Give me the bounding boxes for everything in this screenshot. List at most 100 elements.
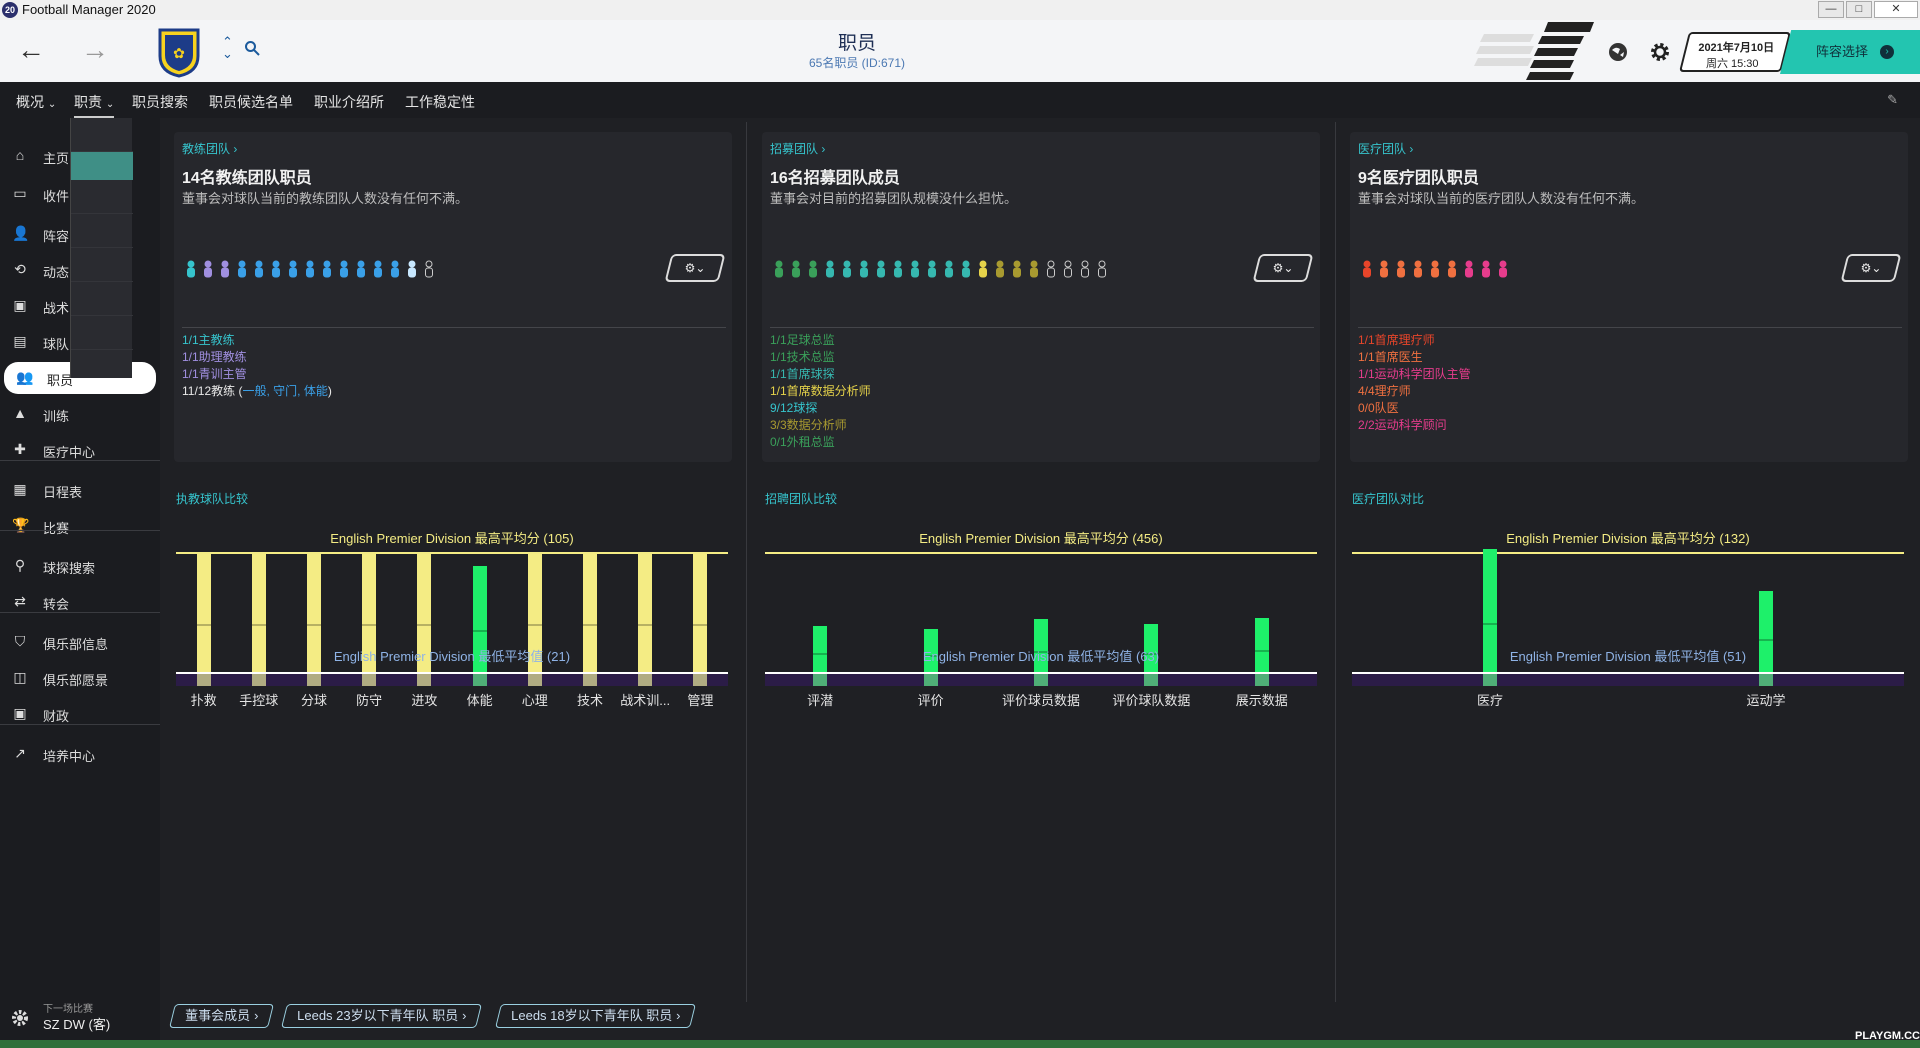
staff-person-icon xyxy=(1380,260,1388,278)
bar-segment-mark xyxy=(527,624,542,626)
dropdown-item[interactable] xyxy=(71,350,133,384)
role-row[interactable]: 1/1助理教练 xyxy=(182,349,332,366)
staff-person-icon xyxy=(1482,260,1490,278)
tab-staff-search[interactable]: 职员搜索 xyxy=(132,92,188,112)
group-link-label: 医疗团队 xyxy=(1358,142,1407,156)
sidebar-item-label: 球探搜索 xyxy=(43,561,96,576)
chart-bar[interactable] xyxy=(693,552,708,686)
bar-segment-mark xyxy=(638,624,653,626)
role-row[interactable]: 11/12教练 (一般, 守门, 体能) xyxy=(182,383,332,400)
sidebar-item-calendar[interactable]: ▦ 日程表 xyxy=(0,474,160,506)
app-icon: 20 xyxy=(2,2,18,18)
responsibilities-dropdown-menu[interactable] xyxy=(70,118,133,378)
staff-group-card: 医疗团队 › 9名医疗团队职员 董事会对球队当前的医疗团队人数没有任何不满。 ⚙⌄ 1/… xyxy=(1350,132,1908,462)
window-title: Football Manager 2020 xyxy=(22,2,156,17)
lineup-selection-button[interactable]: 阵容选择 › xyxy=(1780,30,1920,74)
role-row[interactable]: 1/1技术总监 xyxy=(770,349,871,366)
chart-bar[interactable] xyxy=(251,552,266,686)
role-row[interactable]: 1/1主教练 xyxy=(182,332,332,349)
staff-person-icon xyxy=(1431,260,1439,278)
chart-bar[interactable] xyxy=(527,552,542,686)
filter-dropdown-button[interactable]: ⚙⌄ xyxy=(1252,254,1314,282)
sidebar-item-trophy[interactable]: 🏆 比赛 xyxy=(0,510,160,542)
chart-bar[interactable] xyxy=(638,552,653,686)
group-link[interactable]: 医疗团队 › xyxy=(1358,140,1413,157)
role-row[interactable]: 3/3数据分析师 xyxy=(770,417,871,434)
tab-staff-shortlist[interactable]: 职员候选名单 xyxy=(209,92,293,112)
settings-gear-icon[interactable] xyxy=(1648,40,1672,64)
chart-bar[interactable] xyxy=(417,552,432,686)
role-row[interactable]: 1/1足球总监 xyxy=(770,332,871,349)
role-specialities[interactable]: 一般, 守门, 体能 xyxy=(242,384,327,398)
chart-bar[interactable] xyxy=(196,552,211,686)
sidebar-item-training[interactable]: ▲ 训练 xyxy=(0,398,160,430)
chart-bar[interactable] xyxy=(472,566,487,686)
role-row[interactable]: 4/4理疗师 xyxy=(1358,383,1471,400)
u18-staff-button[interactable]: Leeds 18岁以下青年队 职员 › xyxy=(495,1004,697,1028)
shield-icon: ⛉ xyxy=(14,633,26,649)
sidebar-item-scouting[interactable]: ⚲ 球探搜索 xyxy=(0,550,160,582)
min-average-label: English Premier Division 最低平均值 (63) xyxy=(922,649,1160,664)
filter-dropdown-button[interactable]: ⚙⌄ xyxy=(1840,254,1902,282)
tab-job-security[interactable]: 工作稳定性 xyxy=(405,92,475,112)
staff-person-icon xyxy=(843,260,851,278)
role-row[interactable]: 0/1外租总监 xyxy=(770,434,871,451)
maximize-button[interactable]: □ xyxy=(1846,1,1872,18)
staff-person-icon xyxy=(911,260,919,278)
dropdown-item-selected[interactable] xyxy=(71,152,133,180)
staff-person-icon xyxy=(860,260,868,278)
dropdown-item[interactable] xyxy=(71,118,133,152)
page-subtitle: 65名职员 (ID:671) xyxy=(808,56,906,70)
role-row[interactable]: 9/12球探 xyxy=(770,400,871,417)
staff-person-icon xyxy=(238,260,246,278)
dropdown-item[interactable] xyxy=(71,180,133,214)
chart-bar[interactable] xyxy=(307,552,321,686)
role-row[interactable]: 1/1首席球探 xyxy=(770,366,871,383)
u23-staff-button[interactable]: Leeds 23岁以下青年队 职员 › xyxy=(281,1004,483,1028)
globe-icon[interactable] xyxy=(1606,40,1630,64)
group-link[interactable]: 教练团队 › xyxy=(182,140,237,157)
group-title: 14名教练团队职员 xyxy=(182,170,312,187)
dropdown-item[interactable] xyxy=(71,248,133,282)
chevron-right-icon: › xyxy=(461,1008,467,1023)
minimize-button[interactable]: — xyxy=(1818,1,1844,18)
role-row[interactable]: 1/1首席理疗师 xyxy=(1358,332,1471,349)
edit-pencil-icon[interactable]: ✎ xyxy=(1887,92,1898,108)
role-row[interactable]: 1/1首席数据分析师 xyxy=(770,383,871,400)
sidebar-item-development[interactable]: ↗ 培养中心 xyxy=(0,738,160,770)
close-button[interactable]: ✕ xyxy=(1874,1,1918,18)
tab-overview[interactable]: 概况 ⌄ xyxy=(16,92,56,112)
role-row[interactable]: 1/1运动科学团队主管 xyxy=(1358,366,1471,383)
chart-bar[interactable] xyxy=(1483,549,1497,686)
tactics-icon: ▣ xyxy=(13,297,27,313)
role-row[interactable]: 0/0队医 xyxy=(1358,400,1471,417)
squad-icon: 👤 xyxy=(12,225,30,241)
sidebar-item-transfer[interactable]: ⇄ 转会 xyxy=(0,586,160,618)
comparison-bar-chart: English Premier Division 最高平均分 (456) 评潜 评价… xyxy=(765,520,1325,720)
sidebar-item-shield[interactable]: ⛉ 俱乐部信息 xyxy=(0,626,160,658)
date-display[interactable]: 2021年7月10日 周六 15:30 xyxy=(1679,32,1791,72)
chart-bar[interactable] xyxy=(362,552,377,686)
bar-base xyxy=(1759,673,1773,686)
sidebar-item-finance[interactable]: ▣ 财政 xyxy=(0,698,160,730)
role-row[interactable]: 2/2运动科学顾问 xyxy=(1358,417,1471,434)
dropdown-item[interactable] xyxy=(71,282,133,316)
chart-bar[interactable] xyxy=(583,552,597,686)
sidebar-item-vision[interactable]: ◫ 俱乐部愿景 xyxy=(0,662,160,694)
staff-person-icon xyxy=(775,260,783,278)
dropdown-item[interactable] xyxy=(71,316,133,350)
tab-job-centre[interactable]: 职业介绍所 xyxy=(314,92,384,112)
role-row[interactable]: 1/1首席医生 xyxy=(1358,349,1471,366)
role-row[interactable]: 1/1青训主管 xyxy=(182,366,332,383)
sidebar-item-medical[interactable]: ✚ 医疗中心 xyxy=(0,434,160,466)
staff-person-icon xyxy=(945,260,953,278)
category-label: 评潜 xyxy=(807,693,834,708)
group-link[interactable]: 招募团队 › xyxy=(770,140,825,157)
sidebar-item-label: 俱乐部信息 xyxy=(43,637,109,652)
staff-person-icon xyxy=(1013,260,1021,278)
tab-responsibilities[interactable]: 职责 ⌄ xyxy=(74,92,115,118)
filter-dropdown-button[interactable]: ⚙⌄ xyxy=(664,254,726,282)
board-members-button[interactable]: 董事会成员 › xyxy=(169,1004,274,1028)
role-text: 1/1技术总监 xyxy=(770,350,835,364)
dropdown-item[interactable] xyxy=(71,214,133,248)
